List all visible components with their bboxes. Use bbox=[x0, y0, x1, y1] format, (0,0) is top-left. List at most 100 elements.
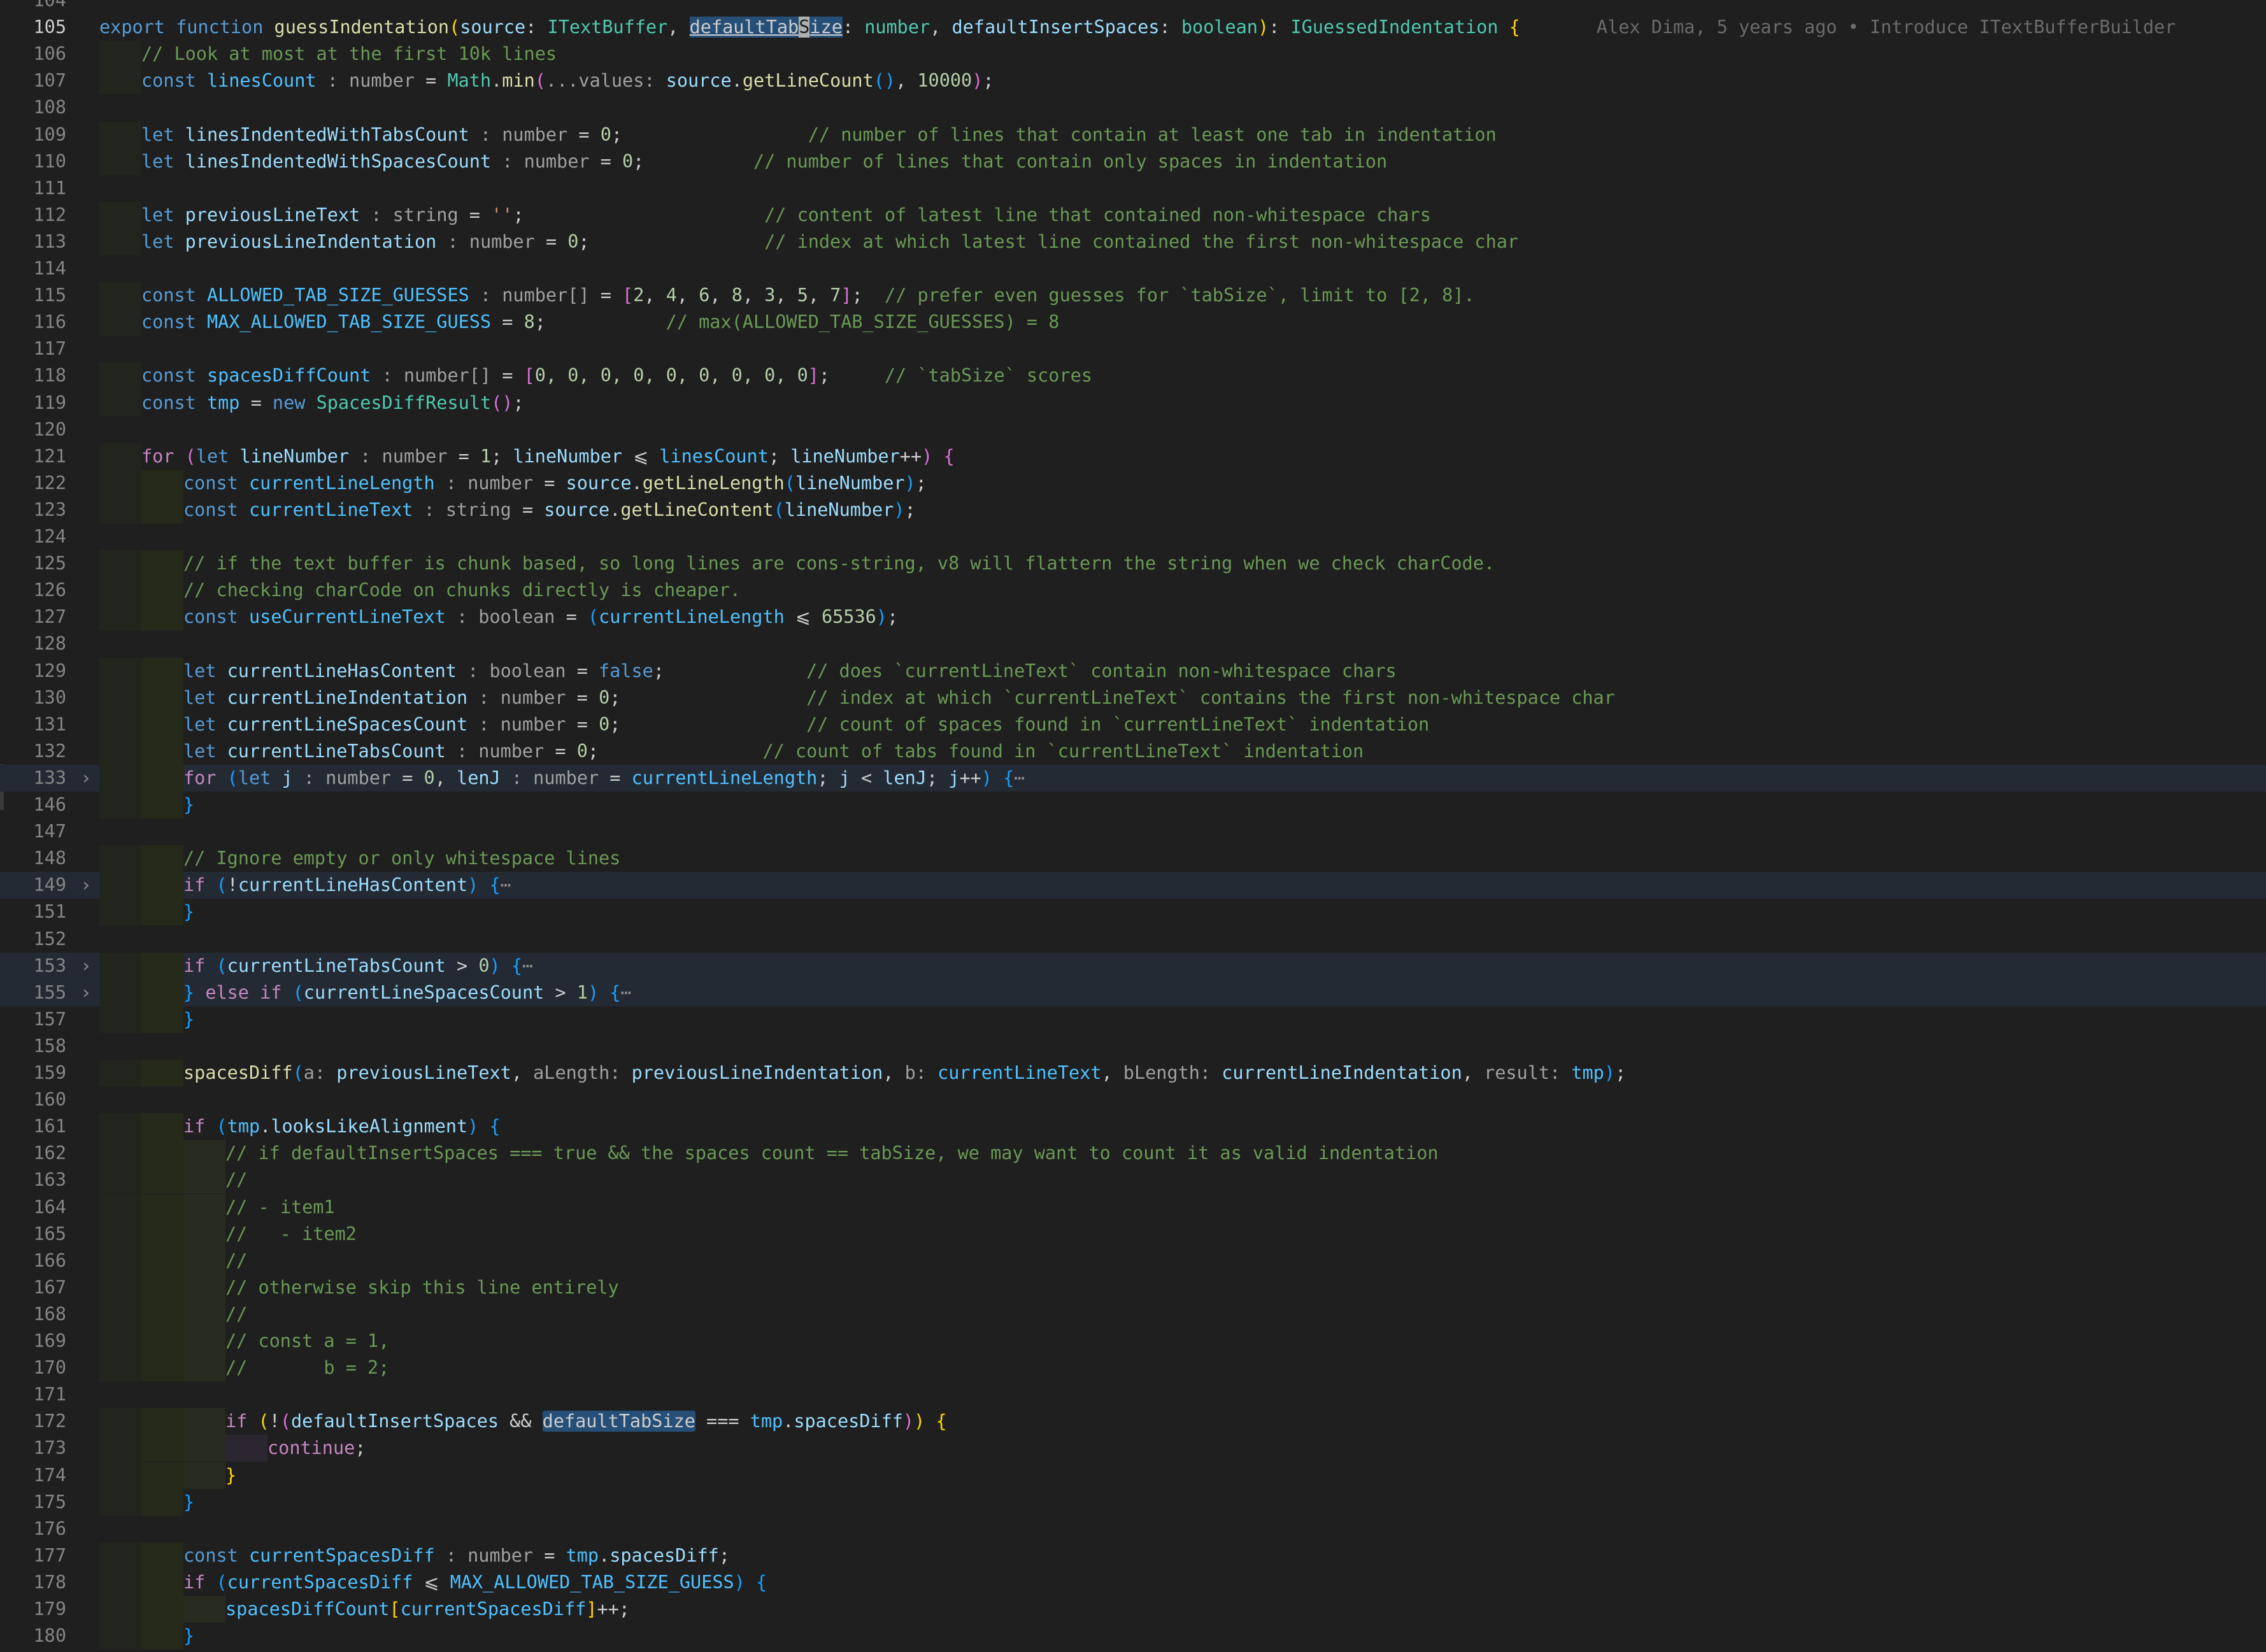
code-line[interactable]: 176 bbox=[0, 1516, 2266, 1542]
code-text[interactable]: // checking charCode on chunks directly … bbox=[183, 577, 741, 604]
code-line[interactable]: 152 bbox=[0, 926, 2266, 953]
code-line[interactable]: 177 const currentSpacesDiff : number = tm… bbox=[0, 1542, 2266, 1569]
code-text[interactable]: const currentLineText : string = source.… bbox=[183, 497, 916, 523]
code-text[interactable]: let linesIndentedWithTabsCount : number … bbox=[141, 122, 1497, 148]
code-text[interactable]: } bbox=[183, 1623, 194, 1649]
fold-chevron-icon[interactable]: › bbox=[75, 765, 97, 792]
code-text[interactable]: // bbox=[225, 1167, 247, 1193]
code-line[interactable]: 155 ›} else if (currentLineSpacesCount > … bbox=[0, 979, 2266, 1006]
fold-chevron-icon[interactable]: › bbox=[75, 953, 97, 979]
code-line[interactable]: 151} bbox=[0, 899, 2266, 926]
folded-ellipsis-icon[interactable]: ⋯ bbox=[1014, 767, 1025, 788]
code-line[interactable]: 159 spacesDiff(a: previousLineText, aLeng… bbox=[0, 1060, 2266, 1086]
code-text[interactable]: let currentLineSpacesCount : number = 0;… bbox=[183, 711, 1429, 738]
code-line[interactable]: 128 bbox=[0, 630, 2266, 657]
code-text[interactable]: for (let lineNumber : number = 1; lineNu… bbox=[141, 443, 955, 470]
code-line[interactable]: 179 spacesDiffCount[currentSpacesDiff]++; bbox=[0, 1596, 2266, 1623]
code-line[interactable]: 121 for (let lineNumber : number = 1; lin… bbox=[0, 443, 2266, 470]
code-line[interactable]: 180} bbox=[0, 1623, 2266, 1650]
code-text[interactable]: // Look at most at the first 10k lines bbox=[141, 41, 557, 68]
code-text[interactable]: // if defaultInsertSpaces === true && th… bbox=[225, 1140, 1439, 1167]
code-line[interactable]: 104 bbox=[0, 0, 2266, 14]
folded-ellipsis-icon[interactable]: ⋯ bbox=[501, 874, 511, 895]
code-text[interactable]: const useCurrentLineText : boolean = (cu… bbox=[183, 604, 898, 630]
code-line[interactable]: 158 bbox=[0, 1033, 2266, 1060]
code-line[interactable]: 123 const currentLineText : string = sour… bbox=[0, 496, 2266, 523]
code-line[interactable]: 170 // b = 2; bbox=[0, 1355, 2266, 1382]
code-line[interactable]: 168 // bbox=[0, 1300, 2266, 1328]
code-text[interactable]: const MAX_ALLOWED_TAB_SIZE_GUESS = 8; //… bbox=[141, 309, 1059, 336]
code-line[interactable]: 111 bbox=[0, 175, 2266, 202]
code-text[interactable]: const currentSpacesDiff : number = tmp.s… bbox=[183, 1542, 730, 1569]
code-line[interactable]: 169 // const a = 1, bbox=[0, 1328, 2266, 1355]
code-editor[interactable]: 104 105 export function guessIndentation(s… bbox=[0, 0, 2266, 1652]
code-line[interactable]: 122 const currentLineLength : number = so… bbox=[0, 469, 2266, 497]
code-line[interactable]: 126 // checking charCode on chunks direct… bbox=[0, 577, 2266, 604]
code-line[interactable]: 161 if (tmp.looksLikeAlignment) { bbox=[0, 1113, 2266, 1141]
code-text[interactable]: if (currentSpacesDiff ⩽ MAX_ALLOWED_TAB_… bbox=[183, 1569, 767, 1596]
folded-ellipsis-icon[interactable]: ⋯ bbox=[620, 982, 631, 1003]
code-line[interactable]: 120 bbox=[0, 417, 2266, 443]
code-line[interactable]: 115 const ALLOWED_TAB_SIZE_GUESSES : numb… bbox=[0, 282, 2266, 310]
code-line[interactable]: 167 // otherwise skip this line entirely bbox=[0, 1274, 2266, 1301]
code-line[interactable]: 114 bbox=[0, 255, 2266, 282]
code-text[interactable]: // if the text buffer is chunk based, so… bbox=[183, 550, 1495, 577]
code-line[interactable]: 174} bbox=[0, 1462, 2266, 1489]
code-text[interactable]: // - item1 bbox=[225, 1194, 335, 1221]
code-text[interactable]: spacesDiff(a: previousLineText, aLength:… bbox=[183, 1060, 1626, 1086]
code-text[interactable]: if (!(defaultInsertSpaces && defaultTabS… bbox=[225, 1408, 947, 1435]
code-line[interactable]: 133 › for (let j : number = 0, lenJ : numb… bbox=[0, 764, 2266, 792]
code-text[interactable]: if (currentLineTabsCount > 0) {⋯ bbox=[183, 953, 533, 979]
code-line[interactable]: 175} bbox=[0, 1488, 2266, 1516]
code-line[interactable]: 107 const linesCount : number = Math.min(… bbox=[0, 68, 2266, 95]
code-line[interactable]: 148 // Ignore empty or only whitespace li… bbox=[0, 845, 2266, 872]
code-text[interactable]: continue; bbox=[267, 1435, 366, 1462]
code-line[interactable]: 149 › if (!currentLineHasContent) {⋯ bbox=[0, 872, 2266, 899]
code-text[interactable]: const ALLOWED_TAB_SIZE_GUESSES : number[… bbox=[141, 282, 1475, 309]
code-text[interactable]: const tmp = new SpacesDiffResult(); bbox=[141, 390, 524, 417]
code-text[interactable]: export function guessIndentation(source:… bbox=[99, 14, 2176, 41]
code-text[interactable]: // bbox=[225, 1248, 247, 1274]
code-line[interactable]: 113 let previousLineIndentation : number … bbox=[0, 228, 2266, 255]
code-line[interactable]: 110 let linesIndentedWithSpacesCount : nu… bbox=[0, 148, 2266, 175]
code-line[interactable]: 147 bbox=[0, 818, 2266, 845]
code-line[interactable]: 127 const useCurrentLineText : boolean = … bbox=[0, 604, 2266, 631]
code-text[interactable]: let currentLineHasContent : boolean = fa… bbox=[183, 658, 1397, 685]
code-text[interactable]: spacesDiffCount[currentSpacesDiff]++; bbox=[225, 1596, 630, 1623]
code-text[interactable]: // const a = 1, bbox=[225, 1328, 389, 1355]
code-text[interactable]: let previousLineIndentation : number = 0… bbox=[141, 229, 1518, 255]
code-text[interactable]: // - item2 bbox=[225, 1221, 357, 1248]
folded-ellipsis-icon[interactable]: ⋯ bbox=[522, 955, 533, 976]
code-line[interactable]: 160 bbox=[0, 1086, 2266, 1113]
code-text[interactable]: const currentLineLength : number = sourc… bbox=[183, 470, 927, 497]
code-text[interactable]: if (tmp.looksLikeAlignment) { bbox=[183, 1113, 501, 1140]
code-line[interactable]: 157} bbox=[0, 1006, 2266, 1033]
code-line[interactable]: 166 // bbox=[0, 1247, 2266, 1274]
code-line[interactable]: 108 bbox=[0, 94, 2266, 121]
code-text[interactable]: if (!currentLineHasContent) {⋯ bbox=[183, 872, 511, 899]
code-text[interactable]: for (let j : number = 0, lenJ : number =… bbox=[183, 765, 1025, 792]
code-line[interactable]: 172 if (!(defaultInsertSpaces && defaultT… bbox=[0, 1408, 2266, 1435]
code-text[interactable]: let linesIndentedWithSpacesCount : numbe… bbox=[141, 148, 1387, 175]
code-text[interactable]: const linesCount : number = Math.min(...… bbox=[141, 68, 994, 94]
code-line[interactable]: 124 bbox=[0, 523, 2266, 550]
fold-chevron-icon[interactable]: › bbox=[75, 979, 97, 1006]
code-text[interactable]: } else if (currentLineSpacesCount > 1) {… bbox=[183, 979, 632, 1006]
code-text[interactable]: // Ignore empty or only whitespace lines bbox=[183, 845, 620, 872]
code-text[interactable]: } bbox=[183, 792, 194, 818]
code-line[interactable]: 117 bbox=[0, 336, 2266, 362]
code-line[interactable]: 162 // if defaultInsertSpaces === true &&… bbox=[0, 1140, 2266, 1167]
code-line[interactable]: 130 let currentLineIndentation : number =… bbox=[0, 684, 2266, 711]
code-text[interactable]: // otherwise skip this line entirely bbox=[225, 1274, 619, 1301]
code-text[interactable]: let currentLineIndentation : number = 0;… bbox=[183, 685, 1615, 711]
code-line[interactable]: 119 const tmp = new SpacesDiffResult(); bbox=[0, 389, 2266, 417]
fold-chevron-icon[interactable]: › bbox=[75, 872, 97, 899]
code-line[interactable]: 112 let previousLineText : string = ''; /… bbox=[0, 201, 2266, 229]
code-text[interactable]: // bbox=[225, 1301, 247, 1328]
code-line[interactable]: 131 let currentLineSpacesCount : number =… bbox=[0, 711, 2266, 738]
code-line[interactable]: 165 // - item2 bbox=[0, 1220, 2266, 1248]
code-line[interactable]: 178 if (currentSpacesDiff ⩽ MAX_ALLOWED_T… bbox=[0, 1569, 2266, 1596]
code-text[interactable]: } bbox=[183, 1006, 194, 1033]
code-line[interactable]: 116 const MAX_ALLOWED_TAB_SIZE_GUESS = 8;… bbox=[0, 309, 2266, 336]
code-text[interactable]: let currentLineTabsCount : number = 0; /… bbox=[183, 738, 1364, 765]
